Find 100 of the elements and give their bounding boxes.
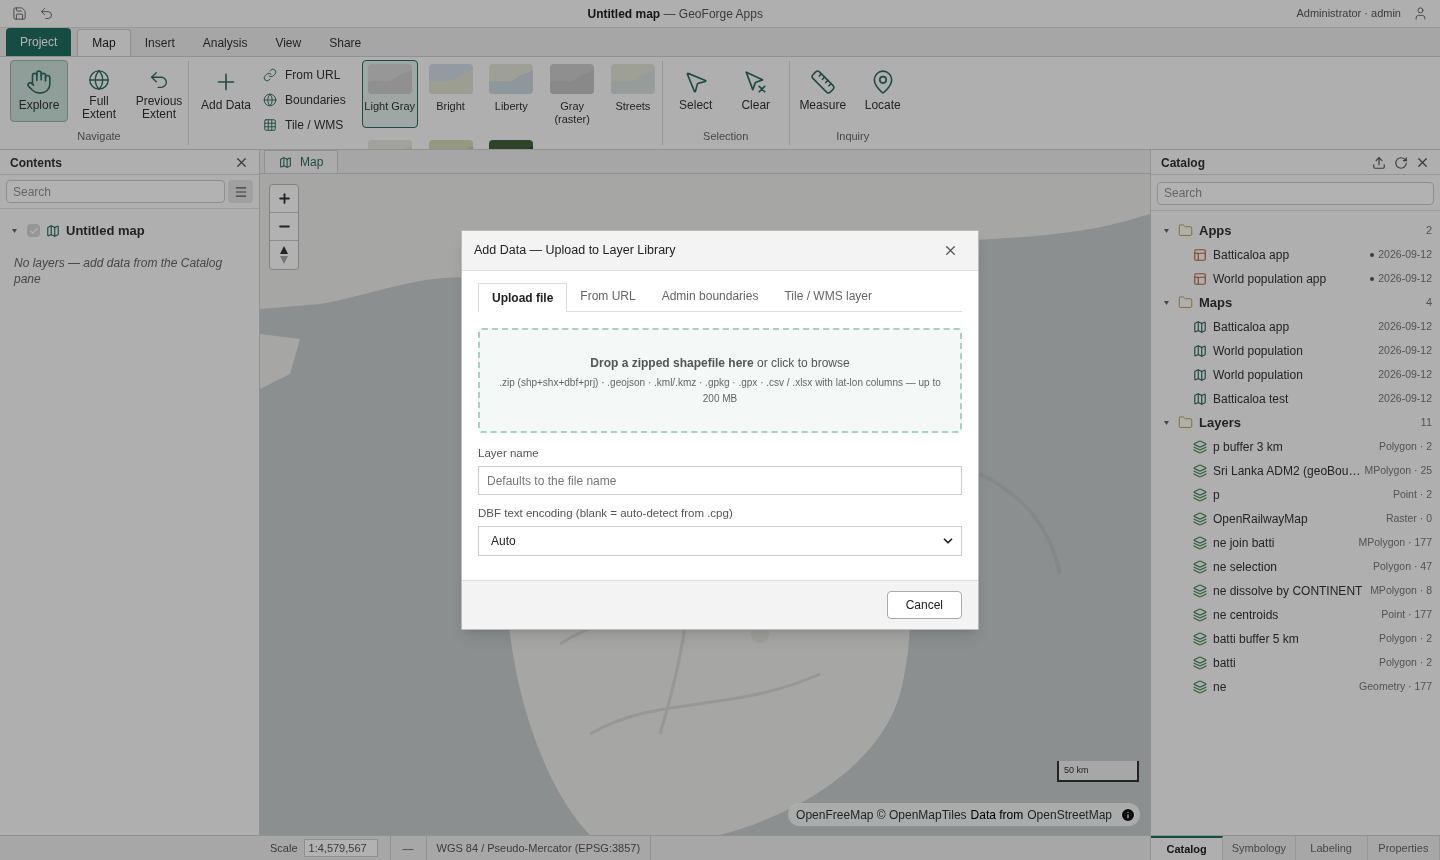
caret-icon[interactable] <box>1164 228 1169 233</box>
item-name[interactable]: World population <box>1213 341 1303 360</box>
ribbon-tab[interactable]: Share <box>315 29 376 56</box>
plus-icon <box>276 191 292 206</box>
add-data-link[interactable]: From URL <box>263 65 346 84</box>
undo-icon[interactable] <box>39 6 54 21</box>
scale-bar: 50 km <box>1057 761 1139 782</box>
add-data-link[interactable]: Boundaries <box>263 90 346 109</box>
locate-button[interactable]: Locate <box>853 60 912 122</box>
add-data-button[interactable]: Add Data <box>197 60 255 122</box>
add-data-link[interactable]: Tile / WMS <box>263 115 346 134</box>
caret-icon[interactable] <box>1164 420 1169 425</box>
scale-label: Scale <box>269 840 298 856</box>
dialog-tab[interactable]: Admin boundaries <box>648 281 772 311</box>
ribbon-tab[interactable]: Analysis <box>188 29 262 56</box>
basemap-option[interactable]: Light Gray <box>361 60 418 128</box>
dialog-tab[interactable]: Upload file <box>478 282 568 312</box>
drop-zone[interactable]: Drop a zipped shapefile here or click to browse .zip (shp+shx+dbf+prj) · .geojson · .kml/.kmz · .gpkg · .gpx · .csv / .xlsx with lat-lon columns — up to 200 MB <box>478 327 962 433</box>
window-title: Untitled map — GeoForge Apps <box>587 5 763 23</box>
close-icon[interactable] <box>234 155 249 170</box>
user-icon[interactable] <box>1413 6 1428 21</box>
dialog-tab[interactable]: From URL <box>567 281 649 311</box>
attribution-link[interactable]: OpenStreetMap <box>1027 805 1112 824</box>
item-name[interactable]: Batticaloa app <box>1213 245 1290 264</box>
item-count: 2 <box>1425 223 1432 239</box>
map-name[interactable]: Untitled map <box>66 221 145 241</box>
folder-icon <box>1178 223 1193 238</box>
basemap-thumbnail <box>610 64 655 94</box>
ribbon-tab[interactable]: View <box>261 29 316 56</box>
explore-button[interactable]: Explore <box>10 60 68 122</box>
item-meta: 2026-09-12 <box>1378 342 1432 358</box>
dialog-tab[interactable]: Tile / WMS layer <box>771 281 885 311</box>
scale-field[interactable]: 1:4,579,567 <box>303 839 378 857</box>
basemap-option[interactable]: Streets <box>604 60 661 128</box>
encoding-select[interactable]: Auto <box>478 526 962 557</box>
visibility-checkbox[interactable] <box>27 224 40 238</box>
item-name[interactable]: batti buffer 5 km <box>1213 629 1299 648</box>
catalog-group-name[interactable]: Maps <box>1199 292 1233 313</box>
item-name[interactable]: p buffer 3 km <box>1213 437 1283 456</box>
pane-tab[interactable]: Catalog <box>1151 836 1224 860</box>
basemap-option[interactable]: Bright <box>422 60 479 128</box>
menu-button[interactable] <box>228 180 253 203</box>
folder-icon <box>1178 415 1193 430</box>
item-name[interactable]: Batticaloa test <box>1213 389 1289 408</box>
item-name[interactable]: ne dissolve by CONTINENT <box>1213 581 1363 600</box>
map-icon <box>1193 343 1207 358</box>
item-meta: Geometry · 177 <box>1359 678 1432 694</box>
item-name[interactable]: ne <box>1213 677 1227 696</box>
item-name[interactable]: p <box>1213 485 1220 504</box>
crs-label[interactable]: WGS 84 / Pseudo-Mercator (EPSG:3857) <box>426 839 651 857</box>
item-name[interactable]: ne join batti <box>1213 533 1275 552</box>
refresh-icon[interactable] <box>1394 155 1408 170</box>
pane-tab[interactable]: Properties <box>1367 836 1440 860</box>
info-icon[interactable] <box>1120 806 1136 823</box>
catalog-group-name[interactable]: Apps <box>1199 220 1232 241</box>
item-name[interactable]: Sri Lanka ADM2 (geoBou… <box>1213 461 1361 480</box>
select-button[interactable]: Select <box>666 60 725 122</box>
search-field[interactable]: Search <box>1157 181 1434 205</box>
measure-button[interactable]: Measure <box>793 60 852 122</box>
layer-name-field[interactable]: Defaults to the file name <box>478 466 962 495</box>
item-name[interactable]: World population <box>1213 365 1303 384</box>
item-meta: Polygon · 2 <box>1378 438 1432 454</box>
item-meta: 2026-09-12 <box>1378 390 1432 406</box>
ribbon-tab[interactable]: Map <box>77 29 131 56</box>
item-meta: MPolygon · 177 <box>1358 534 1432 550</box>
close-icon[interactable] <box>1415 155 1430 170</box>
field-label: DBF text encoding (blank = auto-detect from .cpg) <box>478 506 734 521</box>
map-tab[interactable]: Map <box>264 150 339 173</box>
caret-icon[interactable] <box>12 228 17 233</box>
layers-icon <box>1193 535 1207 550</box>
basemap-option[interactable]: Gray (raster) <box>544 60 601 128</box>
item-name[interactable]: ne selection <box>1213 557 1278 576</box>
search-field[interactable]: Search <box>6 180 225 203</box>
item-name[interactable]: OpenRailwayMap <box>1213 509 1308 528</box>
item-meta: 2026-09-12 <box>1378 246 1432 262</box>
project-tab[interactable]: Project <box>6 28 72 56</box>
globe-icon <box>86 69 112 91</box>
previous-extent-button[interactable]: Previous Extent <box>130 60 188 122</box>
ribbon-tab[interactable]: Insert <box>130 29 189 56</box>
item-meta: Point · 2 <box>1392 486 1432 502</box>
basemap-option[interactable]: Liberty <box>483 60 540 128</box>
hand-icon <box>26 69 52 95</box>
save-icon[interactable] <box>12 6 27 21</box>
status-separator: — <box>401 840 415 856</box>
catalog-group-name[interactable]: Layers <box>1199 412 1241 433</box>
map-icon <box>46 223 60 238</box>
upload-icon[interactable] <box>1372 155 1386 170</box>
item-name[interactable]: batti <box>1213 653 1236 672</box>
item-name[interactable]: Batticaloa app <box>1213 317 1290 336</box>
clear-button[interactable]: Clear <box>726 60 785 122</box>
caret-icon[interactable] <box>1164 300 1169 305</box>
pane-tab[interactable]: Labeling <box>1295 836 1368 860</box>
pane-tab[interactable]: Symbology <box>1223 836 1296 860</box>
folder-icon <box>1178 295 1193 310</box>
item-name[interactable]: World population app <box>1213 269 1327 288</box>
item-name[interactable]: ne centroids <box>1213 605 1279 624</box>
cancel-button[interactable]: Cancel <box>886 591 962 620</box>
attribution-link[interactable]: OpenFreeMap © OpenMapTiles <box>796 805 967 824</box>
pane-title: Contents <box>10 154 62 172</box>
full-extent-button[interactable]: Full Extent <box>70 60 128 122</box>
